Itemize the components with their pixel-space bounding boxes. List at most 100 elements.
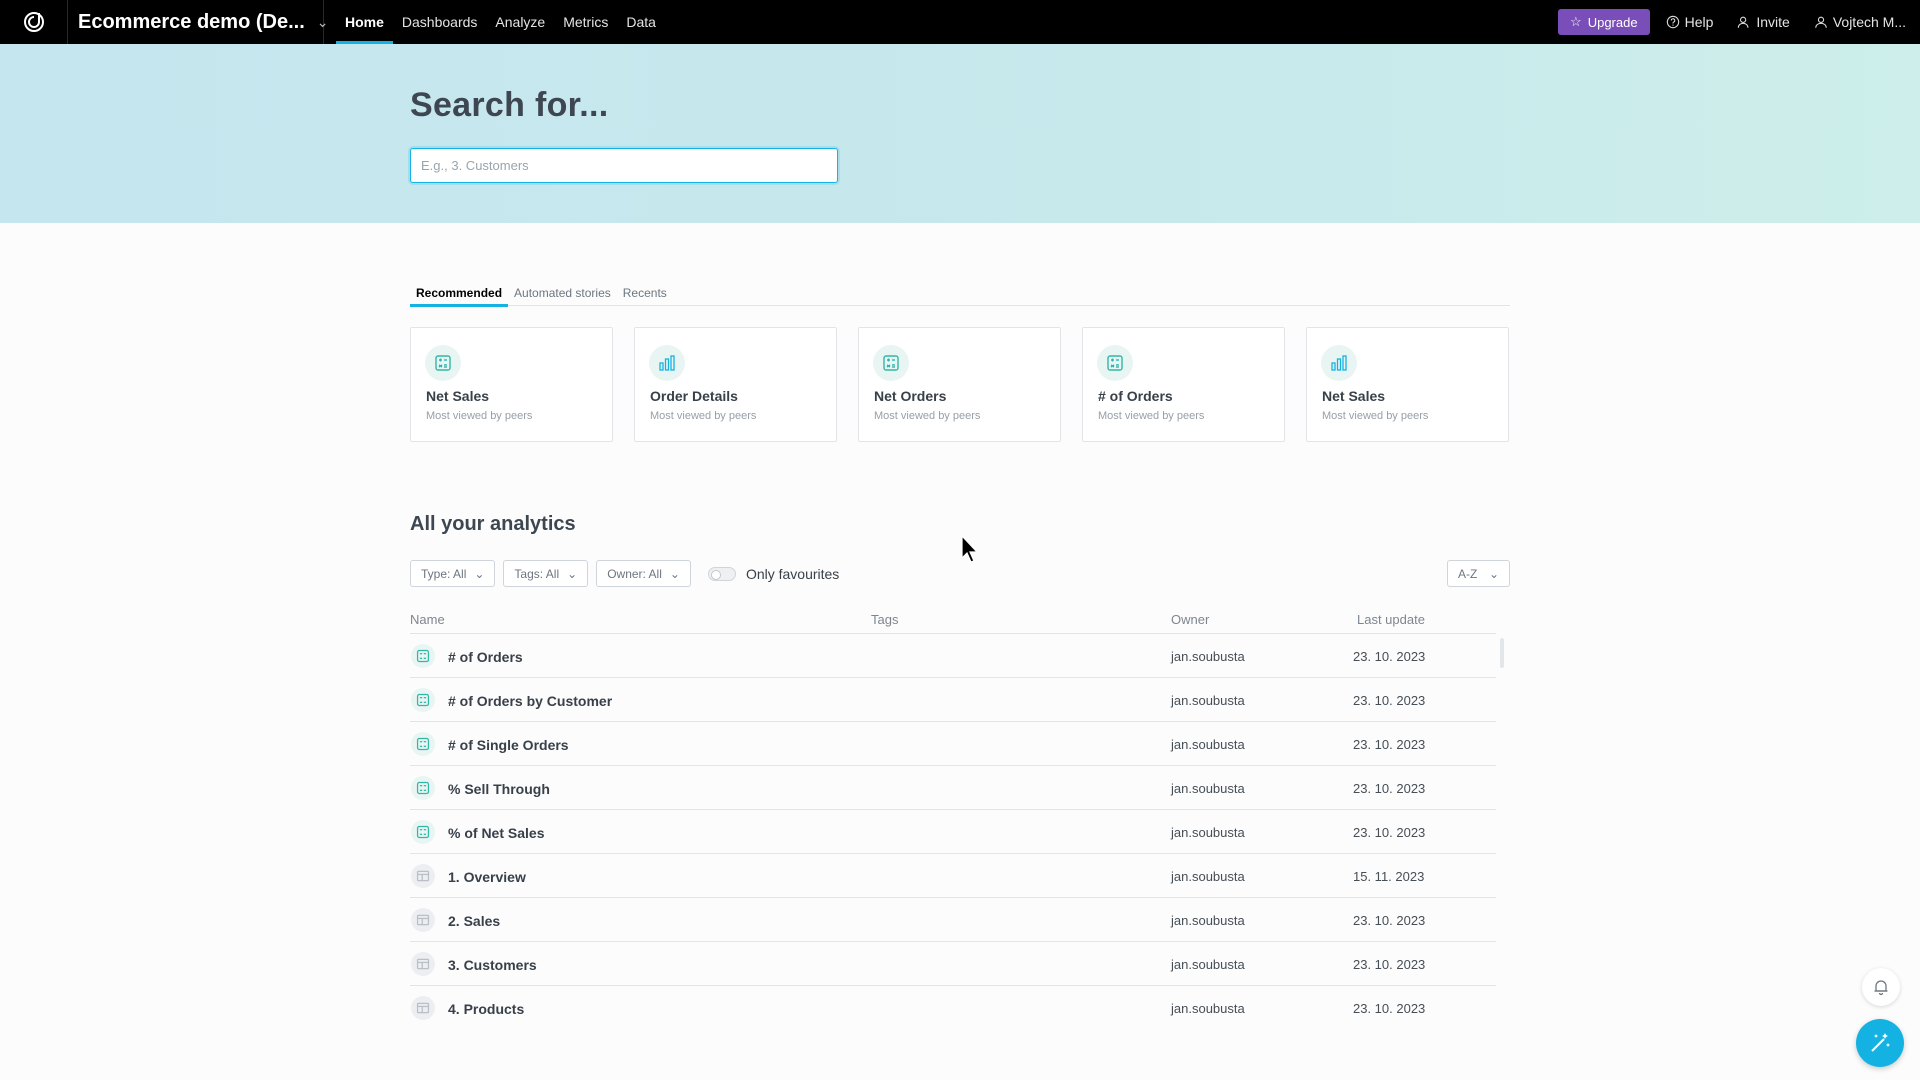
row-last-update: 23. 10. 2023 bbox=[1353, 649, 1426, 664]
metric-icon bbox=[411, 776, 435, 800]
topbar-actions: ☆ Upgrade Help Invite Vojtech M... bbox=[1558, 0, 1920, 44]
table-row[interactable]: 1. Overview jan.soubusta 15. 11. 2023 bbox=[410, 854, 1496, 898]
table-row[interactable]: % Sell Through jan.soubusta 23. 10. 2023 bbox=[410, 766, 1496, 810]
recommended-card[interactable]: # of Orders Most viewed by peers bbox=[1082, 327, 1285, 442]
metric-icon bbox=[411, 688, 435, 712]
row-owner: jan.soubusta bbox=[1171, 781, 1245, 796]
table-row[interactable]: # of Orders jan.soubusta 23. 10. 2023 bbox=[410, 634, 1496, 678]
column-header-name[interactable]: Name bbox=[410, 612, 445, 627]
tags-filter-label: Tags: All bbox=[514, 566, 560, 581]
card-title: # of Orders bbox=[1098, 388, 1173, 404]
top-navigation-bar: Ecommerce demo (De... ⌄ Home Dashboards … bbox=[0, 0, 1920, 44]
card-subtitle: Most viewed by peers bbox=[426, 410, 533, 422]
table-scrollbar[interactable] bbox=[1500, 638, 1504, 668]
magic-wand-icon bbox=[1871, 1033, 1890, 1052]
metric-icon bbox=[411, 732, 435, 756]
row-name[interactable]: % Sell Through bbox=[448, 781, 550, 797]
tags-filter-dropdown[interactable]: Tags: All ⌄ bbox=[503, 560, 589, 587]
chevron-down-icon: ⌄ bbox=[474, 566, 485, 581]
row-last-update: 23. 10. 2023 bbox=[1353, 693, 1426, 708]
row-owner: jan.soubusta bbox=[1171, 649, 1245, 664]
help-circle-icon bbox=[1666, 15, 1679, 29]
column-header-last-update[interactable]: Last update bbox=[1357, 612, 1425, 627]
workspace-name: Ecommerce demo (De... bbox=[78, 10, 305, 33]
recommended-card[interactable]: Order Details Most viewed by peers bbox=[634, 327, 837, 442]
recommended-card[interactable]: Net Orders Most viewed by peers bbox=[858, 327, 1061, 442]
row-owner: jan.soubusta bbox=[1171, 913, 1245, 928]
row-name[interactable]: # of Orders by Customer bbox=[448, 693, 612, 709]
row-name[interactable]: # of Orders bbox=[448, 649, 523, 665]
owner-filter-dropdown[interactable]: Owner: All ⌄ bbox=[596, 560, 691, 587]
only-favourites-toggle[interactable]: Only favourites bbox=[707, 565, 840, 582]
table-row[interactable]: # of Single Orders jan.soubusta 23. 10. … bbox=[410, 722, 1496, 766]
row-owner: jan.soubusta bbox=[1171, 737, 1245, 752]
row-name[interactable]: 4. Products bbox=[448, 1001, 524, 1017]
column-header-owner[interactable]: Owner bbox=[1171, 612, 1209, 627]
column-header-tags[interactable]: Tags bbox=[871, 612, 898, 627]
row-name[interactable]: 1. Overview bbox=[448, 869, 526, 885]
row-name[interactable]: 2. Sales bbox=[448, 913, 500, 929]
upgrade-button[interactable]: ☆ Upgrade bbox=[1558, 9, 1650, 35]
tab-automated-stories[interactable]: Automated stories bbox=[508, 284, 617, 306]
row-last-update: 23. 10. 2023 bbox=[1353, 737, 1426, 752]
table-row[interactable]: 4. Products jan.soubusta 23. 10. 2023 bbox=[410, 986, 1496, 1030]
user-menu[interactable]: Vojtech M... bbox=[1814, 14, 1906, 30]
dashboard-icon bbox=[411, 908, 435, 932]
table-row[interactable]: % of Net Sales jan.soubusta 23. 10. 2023 bbox=[410, 810, 1496, 854]
table-row[interactable]: 2. Sales jan.soubusta 23. 10. 2023 bbox=[410, 898, 1496, 942]
row-last-update: 23. 10. 2023 bbox=[1353, 1001, 1426, 1016]
card-title: Net Sales bbox=[426, 388, 490, 404]
nav-data[interactable]: Data bbox=[617, 0, 665, 44]
row-last-update: 23. 10. 2023 bbox=[1353, 781, 1426, 796]
sort-dropdown[interactable]: A-Z ⌄ bbox=[1447, 560, 1510, 587]
row-owner: jan.soubusta bbox=[1171, 693, 1245, 708]
row-name[interactable]: # of Single Orders bbox=[448, 737, 569, 753]
recommended-card[interactable]: Net Sales Most viewed by peers bbox=[410, 327, 613, 442]
recommended-cards: Net Sales Most viewed by peers Order Det… bbox=[410, 327, 1509, 442]
card-title: Net Orders bbox=[874, 388, 947, 404]
metric-icon bbox=[425, 345, 461, 381]
row-last-update: 23. 10. 2023 bbox=[1353, 957, 1426, 972]
row-last-update: 23. 10. 2023 bbox=[1353, 825, 1426, 840]
invite-link[interactable]: Invite bbox=[1737, 14, 1790, 30]
nav-dashboards[interactable]: Dashboards bbox=[393, 0, 487, 44]
table-row[interactable]: # of Orders by Customer jan.soubusta 23.… bbox=[410, 678, 1496, 722]
row-name[interactable]: 3. Customers bbox=[448, 957, 537, 973]
workspace-switcher[interactable]: Ecommerce demo (De... ⌄ bbox=[68, 0, 328, 44]
tab-recents[interactable]: Recents bbox=[617, 284, 673, 306]
analytics-filters: Type: All ⌄ Tags: All ⌄ Owner: All ⌄ Onl… bbox=[410, 560, 839, 587]
ai-assistant-button[interactable] bbox=[1856, 1019, 1904, 1067]
user-label: Vojtech M... bbox=[1832, 14, 1906, 30]
toggle-switch[interactable] bbox=[707, 566, 736, 581]
type-filter-dropdown[interactable]: Type: All ⌄ bbox=[410, 560, 496, 587]
help-label: Help bbox=[1684, 14, 1714, 30]
bell-icon bbox=[1874, 980, 1888, 996]
star-icon: ☆ bbox=[1570, 14, 1582, 29]
nav-home[interactable]: Home bbox=[336, 0, 393, 44]
row-owner: jan.soubusta bbox=[1171, 869, 1245, 884]
bar-chart-icon bbox=[649, 345, 685, 381]
dashboard-icon bbox=[411, 864, 435, 888]
tab-recommended[interactable]: Recommended bbox=[410, 284, 509, 307]
search-input[interactable] bbox=[410, 148, 838, 183]
owner-filter-label: Owner: All bbox=[607, 566, 662, 581]
chevron-down-icon: ⌄ bbox=[567, 566, 578, 581]
only-favourites-label: Only favourites bbox=[745, 565, 840, 582]
analytics-section-title: All your analytics bbox=[410, 513, 576, 535]
help-link[interactable]: Help bbox=[1666, 14, 1714, 30]
notifications-button[interactable] bbox=[1862, 968, 1900, 1006]
nav-analyze[interactable]: Analyze bbox=[486, 0, 554, 44]
dashboard-icon bbox=[411, 952, 435, 976]
main-nav: Home Dashboards Analyze Metrics Data bbox=[336, 0, 665, 44]
recommended-card[interactable]: Net Sales Most viewed by peers bbox=[1306, 327, 1509, 442]
card-subtitle: Most viewed by peers bbox=[650, 410, 757, 422]
nav-metrics[interactable]: Metrics bbox=[554, 0, 617, 44]
card-title: Order Details bbox=[650, 388, 738, 404]
home-tabs: Recommended Automated stories Recents bbox=[410, 284, 1510, 307]
type-filter-label: Type: All bbox=[421, 566, 467, 581]
gooddata-logo-icon[interactable] bbox=[0, 0, 68, 44]
row-name[interactable]: % of Net Sales bbox=[448, 825, 544, 841]
invite-label: Invite bbox=[1756, 14, 1790, 30]
table-row[interactable]: 3. Customers jan.soubusta 23. 10. 2023 bbox=[410, 942, 1496, 986]
card-subtitle: Most viewed by peers bbox=[874, 410, 981, 422]
